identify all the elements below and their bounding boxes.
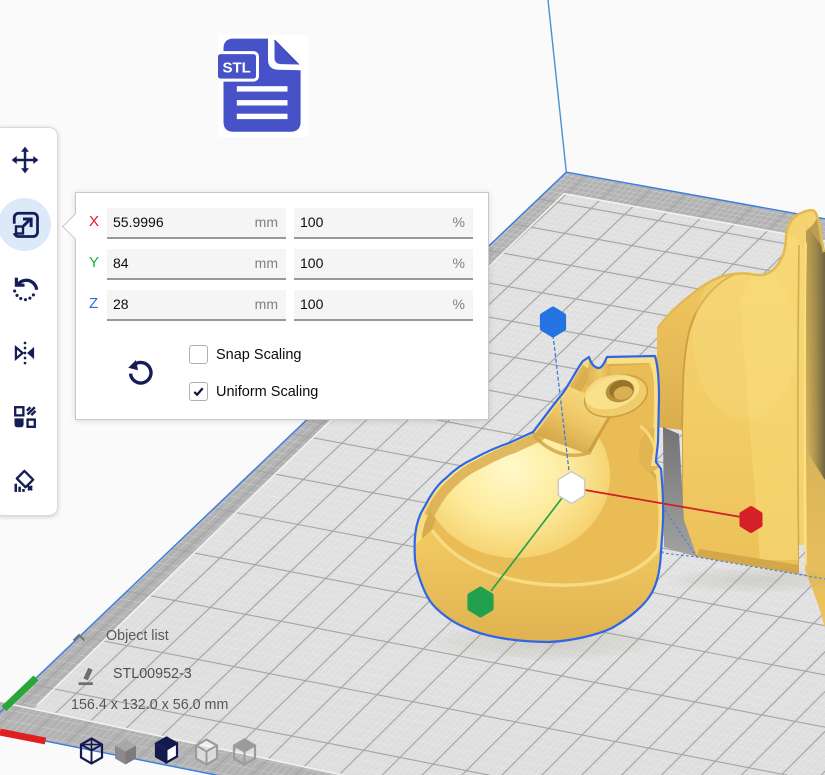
svg-text:STL: STL (223, 60, 251, 77)
